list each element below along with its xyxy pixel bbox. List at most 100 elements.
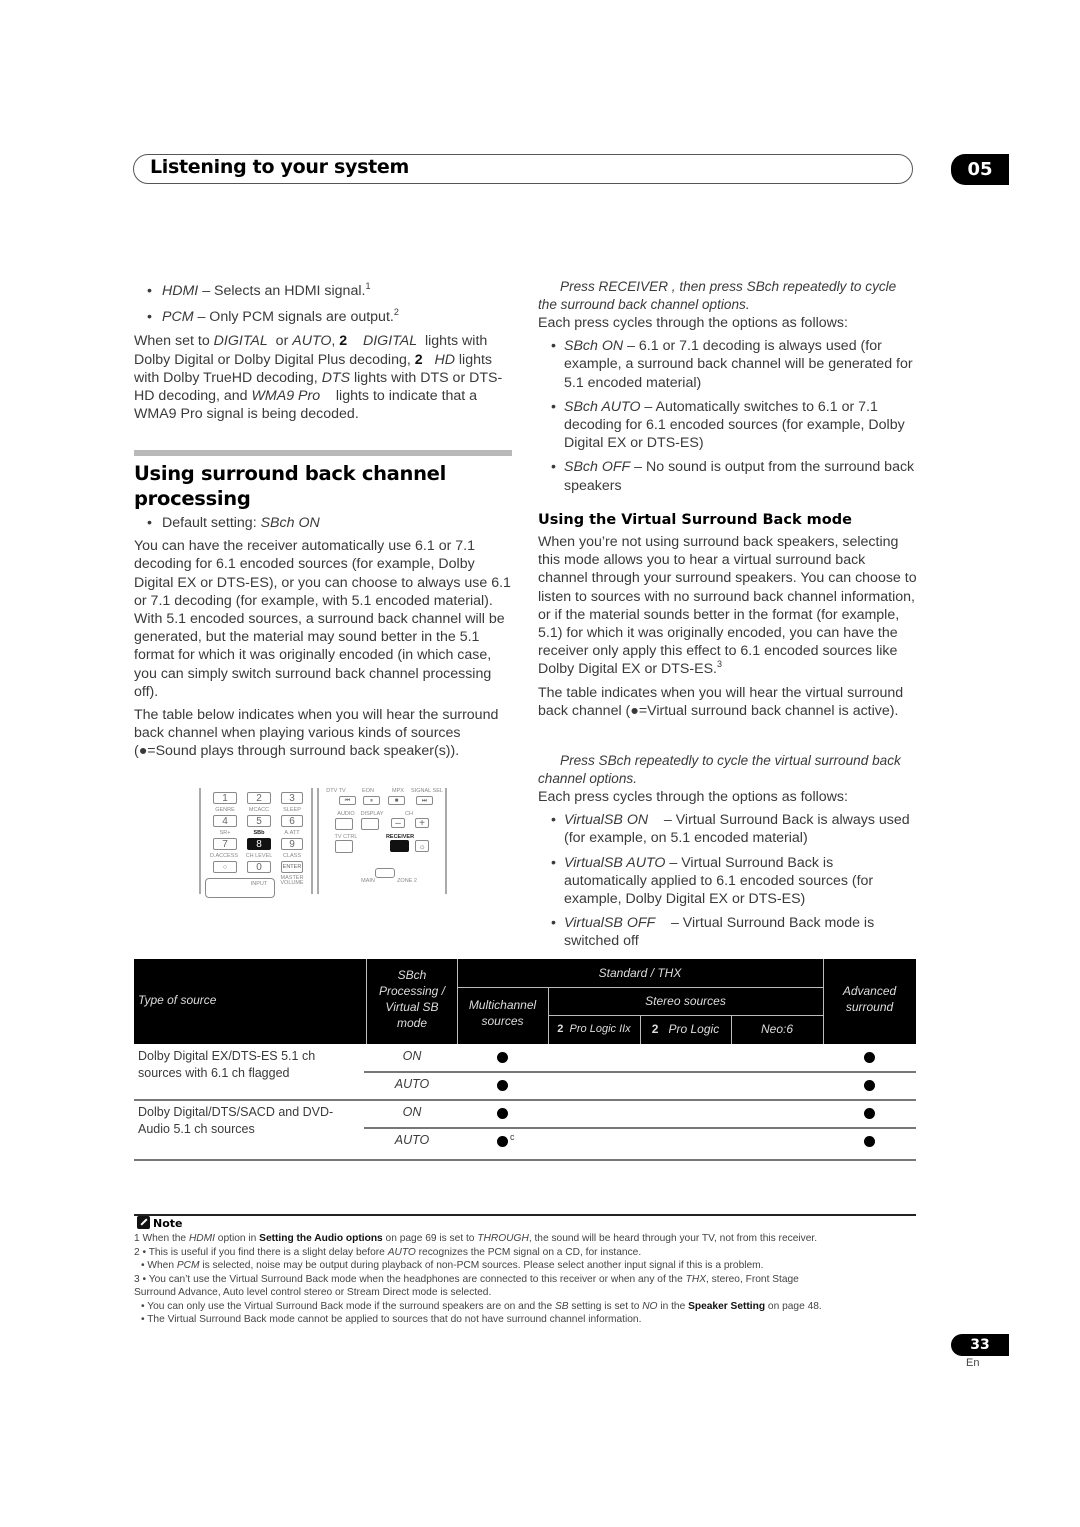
- remote-ch-minus: –: [391, 818, 405, 829]
- vsb-paragraph: When you’re not using surround back spea…: [538, 534, 917, 678]
- remote-label-sleep: SLEEP: [283, 807, 301, 813]
- active-dot-multichannel: [497, 1052, 508, 1063]
- th-type-of-source: Type of source: [138, 993, 217, 1007]
- remote-key-3: 3: [281, 792, 303, 804]
- remote-key-2: 2: [247, 792, 271, 804]
- remote-edge: [317, 788, 319, 894]
- note-2b: • When PCM is selected, noise may be out…: [141, 1260, 764, 1271]
- vsb-table-intro: The table indicates when you will hear t…: [538, 684, 904, 719]
- th-sbch-mode: SBch Processing / Virtual SB mode: [378, 968, 446, 1030]
- option-vsb-auto: VirtualSB AUTO – Virtual Surround Back i…: [538, 854, 918, 909]
- remote-key-4: 4: [213, 815, 237, 827]
- th-pro-logic-iix: 2 Pro Logic IIx: [557, 1023, 631, 1035]
- th-stereo-sources: Stereo sources: [645, 994, 726, 1008]
- mode-cell: ON: [402, 1049, 422, 1063]
- surround-back-body: Default setting: SBch ON You can have th…: [134, 514, 512, 761]
- remote-label-dtv: DTV TV: [326, 788, 346, 794]
- note-3a-cont: Surround Advance, Auto level control ste…: [134, 1287, 492, 1298]
- row-divider: [134, 1099, 916, 1101]
- remote-key-6: 6: [281, 815, 303, 827]
- remote-label-genre: GENRE: [215, 807, 235, 813]
- mode-cell: ON: [402, 1105, 422, 1119]
- remote-label-zone2: ZONE 2: [397, 878, 417, 884]
- remote-label-master-volume: MASTER VOLUME: [280, 875, 304, 886]
- row-divider: [364, 1127, 916, 1129]
- bullet-hdmi: HDMI – Selects an HDMI signal.1: [134, 282, 512, 301]
- step-press-receiver: Press RECEIVER , then press SBch repeate…: [538, 279, 901, 312]
- remote-edge: [445, 788, 447, 894]
- remote-label-input: INPUT: [250, 881, 268, 887]
- vsb-instructions: Press SBch repeatedly to cycle the virtu…: [538, 752, 918, 951]
- th-standard-thx: Standard / THX: [598, 966, 682, 980]
- remote-label-mcacc: MCACC: [248, 807, 270, 813]
- th-multichannel: Multichannel sources: [468, 998, 537, 1028]
- remote-label-mpx: MPX: [392, 788, 404, 794]
- section-title: Using surround back channel processing: [134, 462, 446, 510]
- remote-control-illustration: 1 2 3 GENRE MCACC SLEEP 4 5 6 SR+ SBb A.…: [195, 788, 450, 898]
- remote-edge: [199, 788, 201, 894]
- th-advanced-surround: Advanced surround: [842, 984, 897, 1014]
- table-header: Type of source SBch Processing / Virtual S…: [134, 959, 916, 1044]
- remote-label-chlevel: CH LEVEL: [245, 853, 273, 859]
- remote-label-display: DISPLAY: [360, 811, 384, 817]
- default-setting: Default setting: SBch ON: [134, 514, 512, 532]
- remote-stop-icon: ■: [388, 796, 405, 805]
- remote-zone-switch: [375, 868, 395, 878]
- chapter-number: 05: [951, 154, 1009, 185]
- remote-ch-plus: +: [415, 818, 429, 829]
- remote-key-9: 9: [281, 838, 303, 850]
- remote-receiver-button: [390, 840, 409, 852]
- remote-label-signal-sel: SIGNAL SEL: [411, 788, 443, 794]
- active-dot-advanced: [864, 1108, 875, 1119]
- remote-pause-icon: ⏸: [363, 796, 380, 805]
- option-sbch-auto: SBch AUTO – Automatically switches to 6.…: [538, 398, 918, 453]
- remote-label-class: CLASS: [282, 853, 302, 859]
- digital-indicator-paragraph: When set to DIGITAL or AUTO, 2 DIGITAL l…: [134, 333, 503, 423]
- active-dot-multichannel: [497, 1136, 508, 1147]
- th-neo6: Neo:6: [760, 1022, 794, 1036]
- each-press-text: Each press cycles through the options as…: [538, 315, 848, 331]
- mode-cell: AUTO: [394, 1077, 430, 1091]
- note-header: Note: [137, 1216, 182, 1230]
- remote-display-button: [361, 818, 379, 830]
- th-pro-logic: 2 Pro Logic: [651, 1022, 720, 1036]
- note-divider: [134, 1214, 916, 1216]
- sbch-instructions: Press RECEIVER , then press SBch repeate…: [538, 278, 918, 495]
- active-dot-advanced: [864, 1136, 875, 1147]
- remote-tv-ctrl-button: [335, 840, 353, 853]
- remote-label-sr: SR+: [219, 830, 231, 836]
- sbch-option-list: SBch ON – 6.1 or 7.1 decoding is always …: [538, 337, 918, 495]
- remote-label-sbb: SBb: [253, 830, 265, 836]
- row-divider: [134, 1159, 916, 1161]
- note-3a: 3 • You can’t use the Virtual Surround B…: [134, 1273, 799, 1285]
- bullet-pcm: PCM – Only PCM signals are output.2: [134, 308, 512, 327]
- pencil-icon: [137, 1216, 150, 1229]
- remote-key-circle: ○: [213, 861, 237, 873]
- note-2a: 2 • This is useful if you find there is …: [134, 1246, 642, 1258]
- remote-label-main: MAIN: [361, 878, 375, 884]
- vsb-body: When you’re not using surround back spea…: [538, 533, 918, 720]
- remote-label-aatt: A.ATT: [284, 830, 300, 836]
- note-3b: • You can only use the Virtual Surround …: [141, 1300, 822, 1312]
- section-divider: [134, 450, 512, 456]
- language-code: En: [966, 1357, 980, 1369]
- remote-audio-button: [335, 818, 353, 830]
- footnote-marker: c: [510, 1132, 515, 1142]
- remote-key-8-sbch: 8: [247, 838, 271, 850]
- input-signal-options: HDMI – Selects an HDMI signal.1 PCM – On…: [134, 282, 512, 423]
- each-press-text-2: Each press cycles through the options as…: [538, 789, 848, 805]
- remote-key-1: 1: [213, 792, 237, 804]
- active-dot-multichannel: [497, 1080, 508, 1091]
- note-1: 1 When the HDMI option in Setting the Au…: [134, 1233, 818, 1244]
- mode-cell: AUTO: [394, 1133, 430, 1147]
- header-divider: [457, 987, 823, 988]
- table-intro-paragraph: The table below indicates when you will …: [134, 707, 499, 760]
- remote-key-7: 7: [213, 838, 237, 850]
- active-dot-advanced: [864, 1052, 875, 1063]
- surround-back-paragraph: You can have the receiver automatically …: [134, 538, 511, 700]
- page-number: 33: [951, 1334, 1009, 1356]
- remote-light-icon: ☼: [415, 840, 429, 852]
- remote-key-5: 5: [247, 815, 271, 827]
- remote-key-enter: ENTER: [281, 861, 303, 873]
- remote-edge: [311, 788, 313, 894]
